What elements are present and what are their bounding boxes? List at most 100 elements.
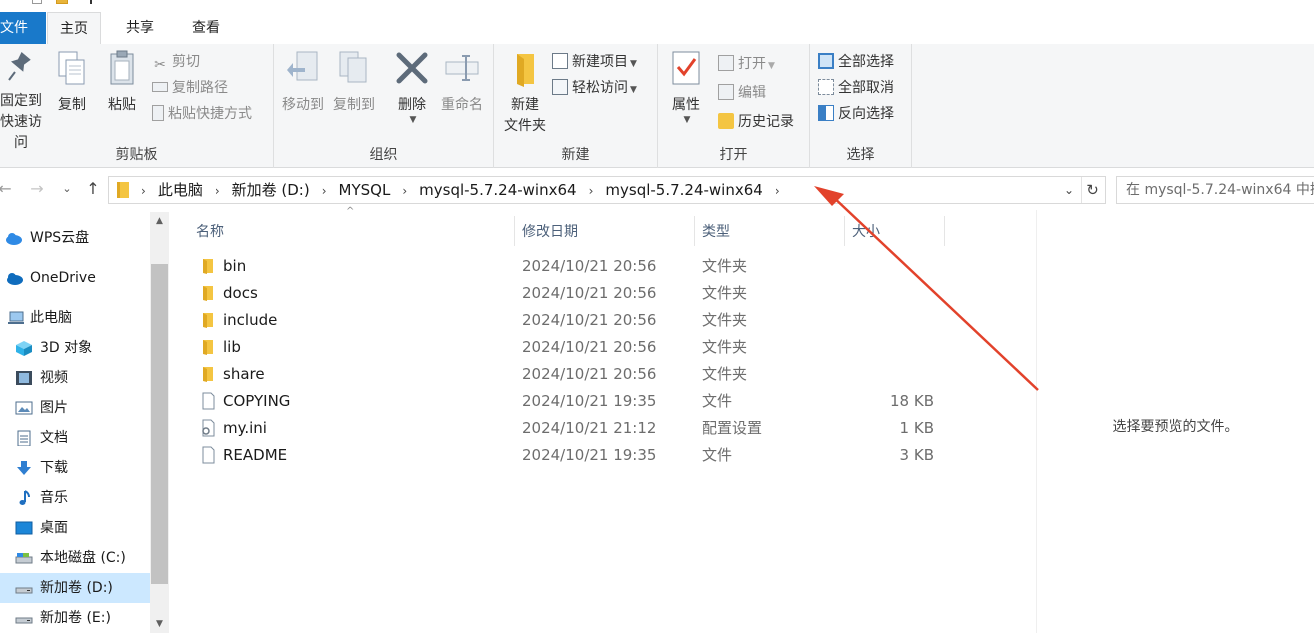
new-folder-button[interactable]: 新建 文件夹 [498, 50, 552, 137]
tab-file[interactable]: 文件 [0, 12, 46, 44]
cut-label: 剪切 [172, 54, 200, 70]
file-type: 文件夹 [702, 257, 748, 275]
cloud-icon [6, 233, 22, 245]
chevron-down-icon: ▼ [768, 61, 775, 71]
sidebar-item-3d-objects[interactable]: 3D 对象 [0, 333, 150, 363]
computer-icon [8, 311, 24, 324]
breadcrumb-item[interactable]: mysql-5.7.24-winx64 [605, 181, 762, 199]
new-group: 新建 文件夹 新建项目 ▼ 轻松访问 ▼ 新建 [494, 44, 658, 168]
settings-file-icon [202, 419, 215, 437]
breadcrumb-separator-icon[interactable]: › [589, 184, 594, 198]
paste-shortcut-button[interactable]: 粘贴快捷方式 [152, 102, 252, 126]
file-row[interactable]: my.ini 2024/10/21 21:12 配置设置 1 KB [194, 415, 1034, 442]
file-row[interactable]: share 2024/10/21 20:56 文件夹 [194, 361, 1034, 388]
rename-icon [445, 55, 479, 81]
search-box[interactable] [1116, 176, 1314, 204]
breadcrumb-item[interactable]: mysql-5.7.24-winx64 [419, 181, 576, 199]
forward-arrow-icon[interactable]: → [26, 178, 48, 200]
sidebar-item-drive-d[interactable]: 新加卷 (D:) [0, 573, 150, 603]
edit-icon [718, 84, 734, 100]
address-history-chevron-icon[interactable]: ⌄ [1059, 177, 1079, 203]
file-name: include [223, 311, 278, 329]
file-modified-date: 2024/10/21 20:56 [522, 257, 657, 275]
file-modified-date: 2024/10/21 20:56 [522, 365, 657, 383]
column-header-date[interactable]: 修改日期 [522, 218, 578, 246]
sidebar-item-label: 此电脑 [30, 310, 72, 326]
sidebar-scrollbar[interactable]: ▲ ▼ [150, 212, 169, 633]
delete-button[interactable]: 删除 ▼ [392, 50, 432, 131]
copy-button[interactable]: 复制 [52, 50, 92, 116]
tab-view[interactable]: 查看 [180, 12, 232, 45]
sidebar-item-videos[interactable]: 视频 [0, 363, 150, 393]
sidebar-item-drive-c[interactable]: 本地磁盘 (C:) [0, 543, 150, 573]
folder-icon [203, 340, 213, 355]
properties-button[interactable]: 属性 ▼ [664, 50, 708, 131]
file-row[interactable]: lib 2024/10/21 20:56 文件夹 [194, 334, 1034, 361]
cut-button[interactable]: ✂ 剪切 [152, 50, 200, 74]
history-icon [718, 113, 734, 129]
tab-share[interactable]: 共享 [114, 12, 166, 45]
column-divider[interactable] [844, 216, 845, 246]
breadcrumb-separator-icon[interactable]: › [402, 184, 407, 198]
column-divider[interactable] [694, 216, 695, 246]
address-folder-icon [117, 182, 129, 198]
scrollbar-thumb[interactable] [151, 264, 168, 584]
file-row[interactable]: bin 2024/10/21 20:56 文件夹 [194, 253, 1034, 280]
file-row[interactable]: COPYING 2024/10/21 19:35 文件 18 KB [194, 388, 1034, 415]
open-button[interactable]: 打开 ▼ [718, 52, 775, 76]
sidebar-item-wps-cloud[interactable]: WPS云盘 [0, 223, 150, 253]
sidebar-item-drive-e[interactable]: 新加卷 (E:) [0, 603, 150, 633]
address-bar[interactable]: › 此电脑 › 新加卷 (D:) › MYSQL › mysql-5.7.24-winx64 ›… [108, 176, 1106, 204]
new-item-icon [552, 53, 568, 69]
paste-button[interactable]: 粘贴 [102, 50, 142, 116]
refresh-icon[interactable]: ↻ [1081, 177, 1103, 203]
rename-button[interactable]: 重命名 [436, 50, 488, 116]
sidebar-item-pictures[interactable]: 图片 [0, 393, 150, 423]
quick-access-icon[interactable] [32, 0, 42, 4]
back-arrow-icon[interactable]: ← [0, 178, 16, 200]
file-row[interactable]: include 2024/10/21 20:56 文件夹 [194, 307, 1034, 334]
sidebar-item-downloads[interactable]: 下载 [0, 453, 150, 483]
select-all-button[interactable]: 全部选择 [818, 50, 894, 74]
copy-to-button[interactable]: 复制到 [330, 50, 378, 116]
copy-path-icon [152, 82, 168, 92]
sidebar-item-music[interactable]: 音乐 [0, 483, 150, 513]
document-icon [17, 430, 31, 446]
easy-access-icon [552, 79, 568, 95]
edit-button[interactable]: 编辑 [718, 81, 766, 105]
scroll-up-arrow-icon[interactable]: ▲ [150, 212, 169, 230]
breadcrumb-separator-icon[interactable]: › [775, 184, 780, 198]
sidebar-item-this-pc[interactable]: 此电脑 [0, 303, 150, 333]
tab-home[interactable]: 主页 [47, 12, 101, 45]
drive-icon [15, 617, 33, 624]
copy-path-button[interactable]: 复制路径 [152, 76, 228, 100]
column-header-name[interactable]: 名称 [196, 218, 224, 246]
history-button[interactable]: 历史记录 [718, 110, 794, 134]
rename-label: 重命名 [441, 97, 483, 113]
breadcrumb-item[interactable]: MYSQL [339, 181, 391, 199]
up-arrow-icon[interactable]: ↑ [82, 178, 104, 200]
breadcrumb-item[interactable]: 新加卷 (D:) [232, 181, 310, 199]
select-none-button[interactable]: 全部取消 [818, 76, 894, 100]
column-divider[interactable] [514, 216, 515, 246]
move-to-button[interactable]: 移动到 [280, 50, 326, 116]
sidebar-item-documents[interactable]: 文档 [0, 423, 150, 453]
sidebar-item-onedrive[interactable]: OneDrive [0, 263, 150, 293]
search-input[interactable] [1117, 177, 1314, 203]
sidebar-item-desktop[interactable]: 桌面 [0, 513, 150, 543]
file-row[interactable]: docs 2024/10/21 20:56 文件夹 [194, 280, 1034, 307]
invert-selection-button[interactable]: 反向选择 [818, 102, 894, 126]
breadcrumb-separator-icon[interactable]: › [322, 184, 327, 198]
column-header-size[interactable]: 大小 [852, 218, 880, 246]
file-row[interactable]: README 2024/10/21 19:35 文件 3 KB [194, 442, 1034, 469]
recent-locations-chevron-icon[interactable]: ⌄ [56, 178, 78, 200]
scroll-down-arrow-icon[interactable]: ▼ [150, 615, 169, 633]
breadcrumb-item[interactable]: 此电脑 [158, 181, 203, 199]
move-to-label: 移动到 [282, 97, 324, 113]
breadcrumb-separator-icon[interactable]: › [215, 184, 220, 198]
column-divider[interactable] [944, 216, 945, 246]
easy-access-button[interactable]: 轻松访问 ▼ [552, 76, 637, 100]
pin-quick-access-button[interactable]: 固定到 快速访问 [0, 50, 48, 154]
new-item-button[interactable]: 新建项目 ▼ [552, 50, 637, 74]
column-header-type[interactable]: 类型 [702, 218, 730, 246]
